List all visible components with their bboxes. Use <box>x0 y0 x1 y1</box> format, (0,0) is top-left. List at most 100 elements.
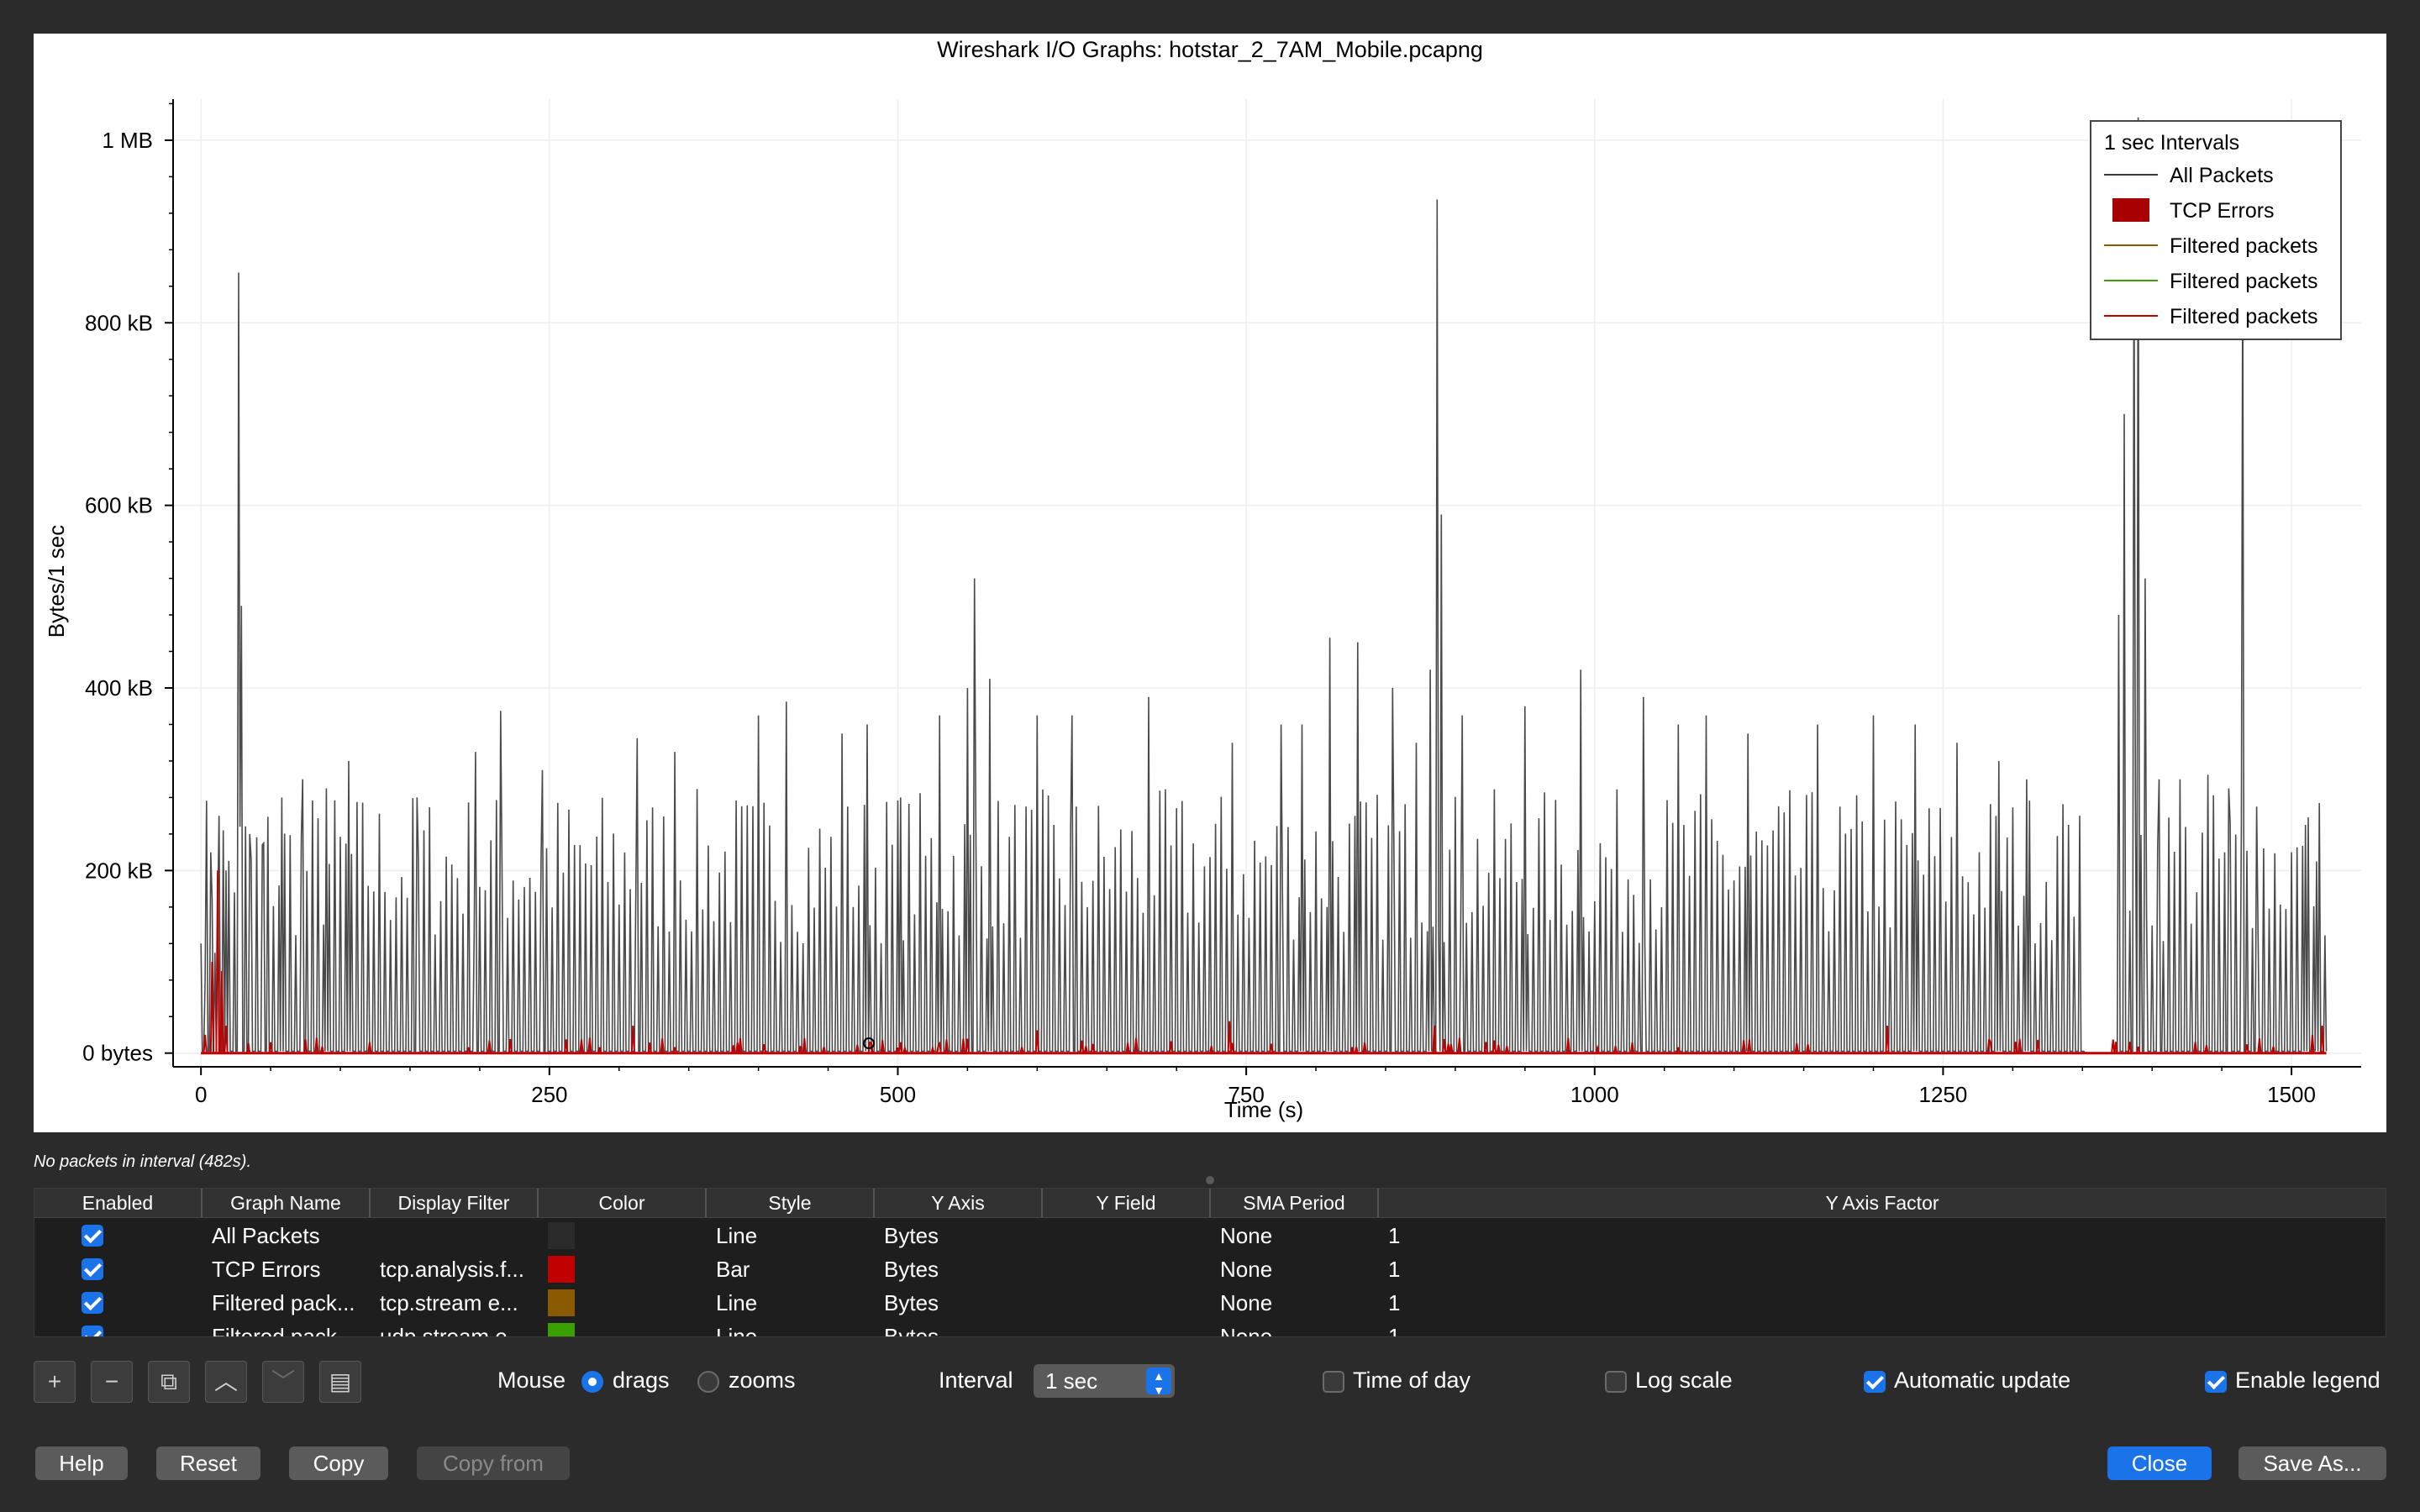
color-swatch[interactable] <box>548 1222 575 1249</box>
table-row[interactable]: All Packets Line Bytes None 1 <box>34 1219 2386 1252</box>
legend-entry-label: Filtered packets <box>2170 305 2317 328</box>
display-filter-cell[interactable]: tcp.analysis.f... <box>380 1252 524 1286</box>
graph-name-cell: All Packets <box>212 1223 320 1248</box>
series-all-packets-line <box>200 117 2328 1054</box>
enabled-checkbox[interactable] <box>82 1292 103 1314</box>
clear-list-icon: ▤ <box>329 1368 352 1394</box>
graph-legend: 1 sec Intervals All Packets TCP Errors Fil… <box>2090 120 2342 340</box>
y-axis-factor-cell[interactable]: 1 <box>1388 1219 1400 1252</box>
log-scale-checkbox[interactable] <box>1605 1371 1627 1393</box>
sma-period-cell[interactable]: None <box>1220 1320 1272 1336</box>
reset-button[interactable]: Reset <box>156 1446 260 1480</box>
graph-name-cell: TCP Errors <box>212 1257 321 1282</box>
table-row[interactable]: TCP Errors tcp.analysis.f... Bar Bytes N… <box>34 1252 2386 1286</box>
enabled-checkbox[interactable] <box>82 1258 103 1280</box>
log-scale-label[interactable]: Log scale <box>1635 1368 1733 1394</box>
y-axis-label: Bytes/1 sec <box>44 525 69 638</box>
y-tick-label: 1 MB <box>102 128 153 153</box>
x-tick-label: 1250 <box>1918 1082 1967 1107</box>
time-of-day-label[interactable]: Time of day <box>1353 1368 1470 1394</box>
interval-label: Interval <box>939 1368 1013 1393</box>
sma-period-cell[interactable]: None <box>1220 1252 1272 1286</box>
column-header-y-axis[interactable]: Y Axis <box>875 1189 1043 1217</box>
io-graph-plot[interactable]: 0 250 500 750 1000 1250 15000 bytes200 kB400 k… <box>34 34 2386 1132</box>
y-axis-factor-cell[interactable]: 1 <box>1388 1252 1400 1286</box>
y-axis-cell[interactable]: Bytes <box>884 1286 939 1320</box>
y-axis-factor-cell[interactable]: 1 <box>1388 1286 1400 1320</box>
sma-period-cell[interactable]: None <box>1220 1286 1272 1320</box>
move-up-button[interactable]: ︿ <box>205 1361 247 1403</box>
x-tick-label: 1500 <box>2267 1082 2316 1107</box>
column-header-style[interactable]: Style <box>707 1189 875 1217</box>
mouse-label: Mouse <box>497 1368 566 1393</box>
help-button[interactable]: Help <box>35 1446 128 1480</box>
duplicate-graph-button[interactable]: ⧉ <box>148 1361 190 1403</box>
legend-entry-label: All Packets <box>2170 164 2274 187</box>
y-axis-factor-cell[interactable]: 1 <box>1388 1320 1400 1336</box>
automatic-update-checkbox[interactable] <box>1864 1371 1886 1393</box>
minus-icon: − <box>104 1368 119 1394</box>
close-button[interactable]: Close <box>2107 1446 2212 1480</box>
style-cell[interactable]: Line <box>716 1286 757 1320</box>
drags-label[interactable]: drags <box>613 1368 670 1394</box>
chevron-down-icon: ﹀ <box>271 1368 295 1394</box>
table-row[interactable]: Filtered pack... tcp.stream e... Line By… <box>34 1286 2386 1320</box>
enable-legend-checkbox[interactable] <box>2205 1371 2227 1393</box>
enabled-checkbox[interactable] <box>82 1225 103 1247</box>
x-tick-label: 0 <box>195 1082 207 1107</box>
interval-select[interactable]: 1 sec ▲ ▼ <box>1034 1364 1175 1398</box>
mouse-drags-radio[interactable] <box>581 1371 603 1393</box>
zooms-label[interactable]: zooms <box>729 1368 796 1394</box>
chevron-up-icon: ︿ <box>213 1368 238 1394</box>
mouse-zooms-radio[interactable] <box>697 1371 719 1393</box>
clear-graphs-button[interactable]: ▤ <box>319 1361 361 1403</box>
save-as-button[interactable]: Save As... <box>2238 1446 2386 1480</box>
y-axis-cell[interactable]: Bytes <box>884 1219 939 1252</box>
add-graph-button[interactable]: + <box>34 1361 76 1403</box>
automatic-update-label[interactable]: Automatic update <box>1894 1368 2070 1394</box>
color-swatch[interactable] <box>548 1323 575 1336</box>
copy-button[interactable]: Copy <box>289 1446 388 1480</box>
splitter-handle[interactable] <box>1206 1176 1214 1184</box>
table-header: Enabled Graph Name Display Filter Color … <box>34 1189 2386 1218</box>
display-filter-cell[interactable]: tcp.stream e... <box>380 1286 518 1320</box>
y-axis-cell[interactable]: Bytes <box>884 1252 939 1286</box>
column-header-sma-period[interactable]: SMA Period <box>1211 1189 1379 1217</box>
x-tick-label: 250 <box>531 1082 567 1107</box>
table-row[interactable]: Filtered pack... udp.stream e... Line By… <box>34 1320 2386 1337</box>
graphs-table[interactable]: Enabled Graph Name Display Filter Color … <box>34 1188 2386 1337</box>
column-header-y-field[interactable]: Y Field <box>1043 1189 1211 1217</box>
color-swatch[interactable] <box>548 1289 575 1316</box>
duplicate-icon: ⧉ <box>160 1368 177 1394</box>
column-header-graph-name[interactable]: Graph Name <box>203 1189 371 1217</box>
color-swatch[interactable] <box>548 1256 575 1283</box>
graph-name-cell: Filtered pack... <box>212 1290 355 1315</box>
y-tick-label: 200 kB <box>85 858 153 883</box>
legend-swatch-bar <box>2112 198 2149 222</box>
style-cell[interactable]: Line <box>716 1219 757 1252</box>
column-header-display-filter[interactable]: Display Filter <box>371 1189 539 1217</box>
legend-title: 1 sec Intervals <box>2104 131 2239 155</box>
x-tick-label: 500 <box>880 1082 916 1107</box>
sma-period-cell[interactable]: None <box>1220 1219 1272 1252</box>
style-cell[interactable]: Line <box>716 1320 757 1336</box>
style-cell[interactable]: Bar <box>716 1252 750 1286</box>
enabled-checkbox[interactable] <box>82 1326 103 1336</box>
time-of-day-checkbox[interactable] <box>1323 1371 1344 1393</box>
interval-value: 1 sec <box>1045 1368 1098 1394</box>
io-graph-panel[interactable]: Wireshark I/O Graphs: hotstar_2_7AM_Mobi… <box>34 34 2386 1132</box>
x-axis-label: Time (s) <box>1224 1097 1303 1122</box>
y-tick-label: 400 kB <box>85 675 153 701</box>
column-header-enabled[interactable]: Enabled <box>34 1189 203 1217</box>
enable-legend-label[interactable]: Enable legend <box>2235 1368 2381 1394</box>
column-header-y-axis-factor[interactable]: Y Axis Factor <box>1379 1189 2386 1217</box>
remove-graph-button[interactable]: − <box>91 1361 133 1403</box>
copy-from-button[interactable]: Copy from <box>417 1446 570 1480</box>
y-tick-label: 600 kB <box>85 493 153 518</box>
select-arrows-icon: ▲ ▼ <box>1146 1368 1171 1396</box>
y-axis-cell[interactable]: Bytes <box>884 1320 939 1336</box>
column-header-color[interactable]: Color <box>539 1189 707 1217</box>
graph-name-cell: Filtered pack... <box>212 1324 355 1337</box>
move-down-button[interactable]: ﹀ <box>262 1361 304 1403</box>
display-filter-cell[interactable]: udp.stream e... <box>380 1320 525 1336</box>
